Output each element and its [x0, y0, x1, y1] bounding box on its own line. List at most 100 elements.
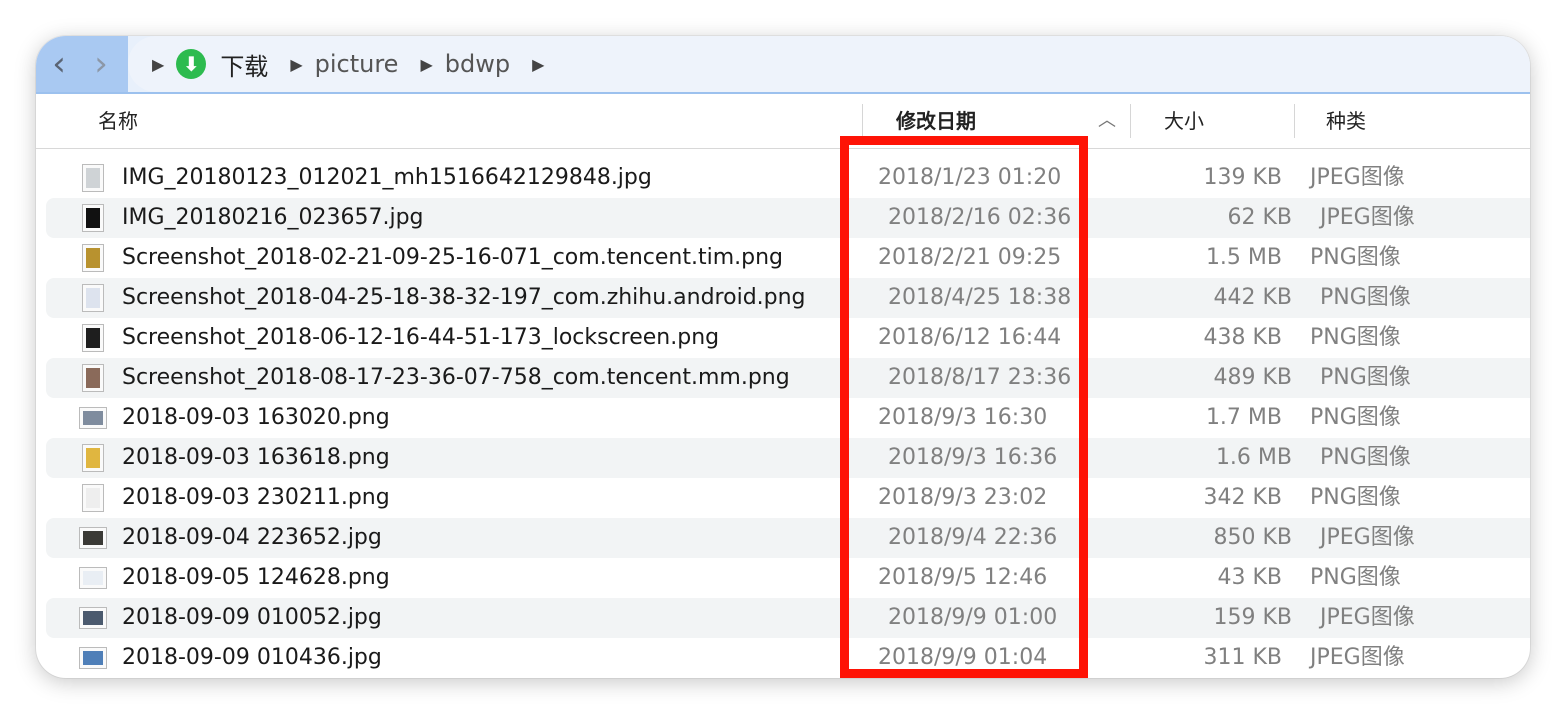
path-arrow-icon: ▶	[532, 54, 545, 74]
file-size: 311 KB	[1203, 645, 1282, 670]
file-size: 442 KB	[1213, 285, 1292, 310]
file-kind: PNG图像	[1310, 485, 1401, 510]
file-thumbnail-icon	[79, 647, 107, 669]
file-thumbnail-icon	[79, 607, 107, 629]
file-date: 2018/9/5 12:46	[878, 565, 1048, 590]
file-date: 2018/2/16 02:36	[888, 205, 1072, 230]
file-row[interactable]: 2018-09-05 124628.png 2018/9/5 12:46 43 KB…	[36, 558, 1530, 598]
thumbnail-image	[83, 611, 103, 625]
file-name: 2018-09-03 163618.png	[122, 445, 390, 470]
file-thumbnail-icon	[82, 324, 104, 352]
file-row[interactable]: Screenshot_2018-08-17-23-36-07-758_com.t…	[46, 358, 1530, 398]
thumbnail-image	[83, 651, 103, 665]
file-name: 2018-09-05 124628.png	[122, 565, 390, 590]
column-name-header[interactable]: 名称	[98, 94, 138, 148]
file-thumbnail-icon	[82, 484, 104, 512]
file-thumbnail-icon	[82, 444, 104, 472]
path-arrow-icon: ▶	[420, 54, 433, 74]
chevron-left-icon: ‹	[52, 44, 66, 84]
chevron-right-icon: ›	[94, 44, 108, 84]
file-kind: PNG图像	[1320, 445, 1411, 470]
file-kind: JPEG图像	[1320, 205, 1415, 230]
thumbnail-image	[83, 571, 103, 585]
file-thumbnail-icon	[82, 364, 104, 392]
file-date: 2018/9/9 01:00	[888, 605, 1058, 630]
file-row[interactable]: Screenshot_2018-04-25-18-38-32-197_com.z…	[46, 278, 1530, 318]
file-name: IMG_20180123_012021_mh1516642129848.jpg	[122, 165, 652, 190]
breadcrumb-downloads[interactable]: 下载	[220, 47, 268, 82]
thumbnail-image	[83, 411, 103, 425]
column-divider[interactable]	[862, 104, 863, 138]
column-kind-header[interactable]: 种类	[1326, 94, 1366, 148]
file-date: 2018/9/4 22:36	[888, 525, 1058, 550]
file-size: 1.7 MB	[1205, 405, 1282, 430]
file-row[interactable]: IMG_20180123_012021_mh1516642129848.jpg 2…	[36, 158, 1530, 198]
file-thumbnail-icon	[82, 164, 104, 192]
thumbnail-image	[86, 368, 100, 388]
file-date: 2018/1/23 01:20	[878, 165, 1062, 190]
path-arrow-icon: ▶	[290, 54, 303, 74]
file-kind: PNG图像	[1320, 285, 1411, 310]
file-size: 1.6 MB	[1215, 445, 1292, 470]
download-icon: ⬇	[176, 49, 207, 79]
file-row[interactable]: Screenshot_2018-06-12-16-44-51-173_locks…	[36, 318, 1530, 358]
finder-window: ‹ › ▶ ⬇ 下载 ▶ picture ▶ bdwp ▶ 名称 修改日期 ︿ …	[36, 36, 1530, 678]
file-size: 159 KB	[1213, 605, 1292, 630]
chevron-up-icon[interactable]: ︿	[1098, 94, 1116, 148]
file-name: IMG_20180216_023657.jpg	[122, 205, 424, 230]
thumbnail-image	[86, 168, 100, 188]
forward-button[interactable]: ›	[78, 36, 124, 92]
file-thumbnail-icon	[82, 204, 104, 232]
file-size: 438 KB	[1203, 325, 1282, 350]
file-size: 62 KB	[1227, 205, 1292, 230]
file-row[interactable]: 2018-09-03 163618.png 2018/9/3 16:36 1.6 M…	[46, 438, 1530, 478]
file-size: 139 KB	[1203, 165, 1282, 190]
file-thumbnail-icon	[82, 284, 104, 312]
file-kind: JPEG图像	[1320, 605, 1415, 630]
file-thumbnail-icon	[79, 407, 107, 429]
file-kind: PNG图像	[1310, 405, 1401, 430]
breadcrumb-picture[interactable]: picture	[315, 50, 399, 78]
file-date: 2018/9/3 16:30	[878, 405, 1048, 430]
file-kind: JPEG图像	[1310, 165, 1405, 190]
thumbnail-image	[86, 208, 100, 228]
file-kind: PNG图像	[1320, 365, 1411, 390]
file-name: 2018-09-03 163020.png	[122, 405, 390, 430]
file-row[interactable]: 2018-09-09 010052.jpg 2018/9/9 01:00 159 K…	[46, 598, 1530, 638]
file-date: 2018/9/3 23:02	[878, 485, 1048, 510]
breadcrumb-bdwp[interactable]: bdwp	[445, 50, 510, 78]
column-divider[interactable]	[1294, 104, 1295, 138]
file-kind: JPEG图像	[1310, 645, 1405, 670]
column-header: 名称 修改日期 ︿ 大小 种类	[36, 94, 1530, 149]
file-size: 1.5 MB	[1205, 245, 1282, 270]
file-name: Screenshot_2018-06-12-16-44-51-173_locks…	[122, 325, 720, 350]
file-list: IMG_20180123_012021_mh1516642129848.jpg 2…	[36, 158, 1530, 678]
file-row[interactable]: IMG_20180216_023657.jpg 2018/2/16 02:36 62…	[46, 198, 1530, 238]
path-arrow-icon: ▶	[152, 54, 165, 74]
file-size: 850 KB	[1213, 525, 1292, 550]
file-thumbnail-icon	[79, 527, 107, 549]
file-thumbnail-icon	[79, 567, 107, 589]
file-name: Screenshot_2018-04-25-18-38-32-197_com.z…	[122, 285, 806, 310]
column-date-header[interactable]: 修改日期	[896, 94, 976, 148]
thumbnail-image	[86, 448, 100, 468]
file-date: 2018/4/25 18:38	[888, 285, 1072, 310]
back-button[interactable]: ‹	[36, 36, 82, 92]
file-row[interactable]: 2018-09-04 223652.jpg 2018/9/4 22:36 850 K…	[46, 518, 1530, 558]
file-name: Screenshot_2018-08-17-23-36-07-758_com.t…	[122, 365, 790, 390]
file-kind: PNG图像	[1310, 245, 1401, 270]
file-name: 2018-09-09 010436.jpg	[122, 645, 382, 670]
toolbar: ‹ › ▶ ⬇ 下载 ▶ picture ▶ bdwp ▶	[36, 36, 1530, 94]
path-bar: ▶ ⬇ 下载 ▶ picture ▶ bdwp ▶	[128, 36, 1530, 92]
file-date: 2018/6/12 16:44	[878, 325, 1062, 350]
file-row[interactable]: 2018-09-03 230211.png 2018/9/3 23:02 342 K…	[36, 478, 1530, 518]
file-name: 2018-09-04 223652.jpg	[122, 525, 382, 550]
file-row[interactable]: Screenshot_2018-02-21-09-25-16-071_com.t…	[36, 238, 1530, 278]
file-row[interactable]: 2018-09-09 010436.jpg 2018/9/9 01:04 311 K…	[36, 638, 1530, 678]
file-name: Screenshot_2018-02-21-09-25-16-071_com.t…	[122, 245, 784, 270]
file-thumbnail-icon	[82, 244, 104, 272]
column-size-header[interactable]: 大小	[1164, 94, 1204, 148]
file-row[interactable]: 2018-09-03 163020.png 2018/9/3 16:30 1.7 M…	[36, 398, 1530, 438]
column-divider[interactable]	[1130, 104, 1131, 138]
thumbnail-image	[86, 488, 100, 508]
